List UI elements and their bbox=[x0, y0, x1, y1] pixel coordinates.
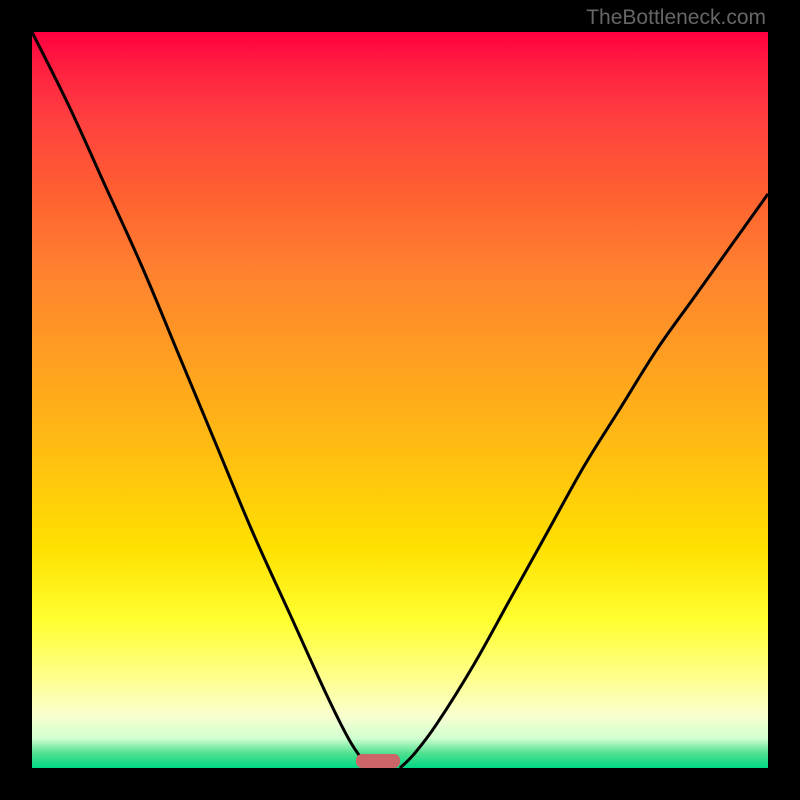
left-curve bbox=[32, 32, 371, 768]
right-curve bbox=[400, 194, 768, 768]
curve-layer bbox=[32, 32, 768, 768]
bottleneck-marker bbox=[356, 754, 400, 768]
watermark-text: TheBottleneck.com bbox=[586, 6, 766, 30]
